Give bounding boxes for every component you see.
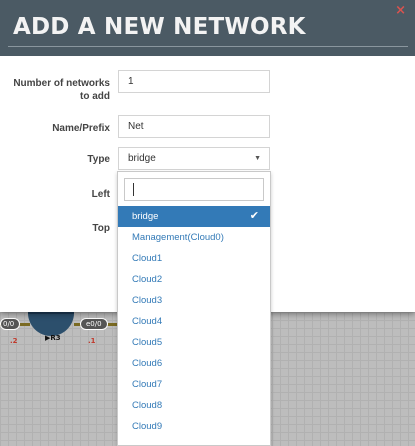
count-label: Number of networks to add bbox=[13, 78, 110, 102]
dropdown-option-label: bridge bbox=[132, 211, 159, 222]
top-label: Top bbox=[92, 223, 110, 234]
close-icon[interactable]: × bbox=[395, 3, 406, 18]
ip-label-left: .2 bbox=[10, 337, 18, 345]
dropdown-option[interactable]: Cloud2 bbox=[118, 269, 270, 290]
dropdown-option[interactable]: Cloud9 bbox=[118, 416, 270, 437]
modal-title: ADD A NEW NETWORK bbox=[13, 14, 306, 40]
title-divider bbox=[8, 46, 408, 47]
dropdown-option[interactable]: Cloud8 bbox=[118, 395, 270, 416]
left-label: Left bbox=[91, 189, 110, 200]
dropdown-search-input[interactable] bbox=[124, 178, 264, 201]
dropdown-option[interactable]: Cloud3 bbox=[118, 290, 270, 311]
text-cursor bbox=[133, 183, 134, 196]
type-select[interactable]: bridge ▼ bbox=[118, 147, 270, 170]
interface-label-left: 0/0 bbox=[0, 318, 21, 330]
modal-header: ADD A NEW NETWORK × bbox=[0, 0, 415, 56]
dropdown-option[interactable]: Cloud6 bbox=[118, 353, 270, 374]
caret-down-icon: ▼ bbox=[254, 155, 261, 162]
dropdown-option[interactable]: Cloud1 bbox=[118, 248, 270, 269]
dropdown-option[interactable]: Cloud7 bbox=[118, 374, 270, 395]
check-icon: ✔ bbox=[249, 210, 259, 222]
count-input[interactable]: 1 bbox=[118, 70, 270, 93]
dropdown-option[interactable]: Cloud5 bbox=[118, 332, 270, 353]
router-label: ▶R3 bbox=[45, 334, 61, 342]
dropdown-option[interactable]: Management(Cloud0) bbox=[118, 227, 270, 248]
dropdown-option[interactable]: bridge ✔ bbox=[118, 206, 270, 227]
name-input[interactable]: Net bbox=[118, 115, 270, 138]
ip-label-right: .1 bbox=[88, 337, 96, 345]
interface-label-right: e0/0 bbox=[80, 318, 108, 330]
dropdown-option[interactable]: Cloud4 bbox=[118, 311, 270, 332]
name-label: Name/Prefix bbox=[52, 123, 110, 134]
type-label: Type bbox=[87, 154, 110, 165]
type-dropdown[interactable]: bridge ✔ Management(Cloud0) Cloud1 Cloud2 Clo… bbox=[117, 171, 271, 446]
type-select-value: bridge bbox=[128, 153, 156, 164]
